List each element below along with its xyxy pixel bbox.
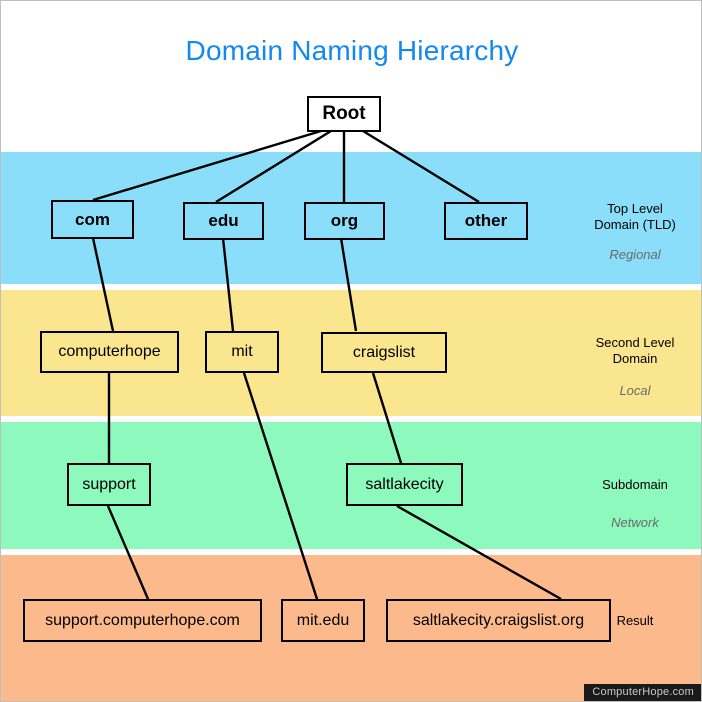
band-label-subdomain: Subdomain bbox=[602, 477, 668, 492]
node-tld-com[interactable]: com bbox=[51, 200, 134, 239]
band-label-sld-line1: Second Level bbox=[595, 335, 675, 350]
node-subdomain-saltlakecity[interactable]: saltlakecity bbox=[346, 463, 463, 506]
node-tld-other[interactable]: other bbox=[444, 202, 528, 240]
band-label-sld-line2: Domain bbox=[612, 351, 658, 366]
watermark: ComputerHope.com bbox=[584, 684, 701, 701]
band-sublabel-sld: Local bbox=[619, 383, 651, 398]
band-label-result: Result bbox=[616, 613, 654, 628]
band-label-tld-line2: Domain (TLD) bbox=[594, 217, 676, 232]
band-sublabel-tld: Regional bbox=[609, 247, 661, 262]
node-tld-org[interactable]: org bbox=[304, 202, 385, 240]
diagram-canvas: Domain Naming Hierarchy Root com edu org… bbox=[0, 0, 702, 702]
node-subdomain-support[interactable]: support bbox=[67, 463, 151, 506]
band-sublabel-subdomain: Network bbox=[611, 515, 659, 530]
node-result-mit-edu[interactable]: mit.edu bbox=[281, 599, 365, 642]
node-result-support-computerhope-com[interactable]: support.computerhope.com bbox=[23, 599, 262, 642]
node-sld-computerhope[interactable]: computerhope bbox=[40, 331, 179, 373]
band-label-tld-line1: Top Level bbox=[607, 201, 663, 216]
node-sld-mit[interactable]: mit bbox=[205, 331, 279, 373]
node-tld-edu[interactable]: edu bbox=[183, 202, 264, 240]
node-root[interactable]: Root bbox=[307, 96, 381, 132]
node-sld-craigslist[interactable]: craigslist bbox=[321, 332, 447, 373]
